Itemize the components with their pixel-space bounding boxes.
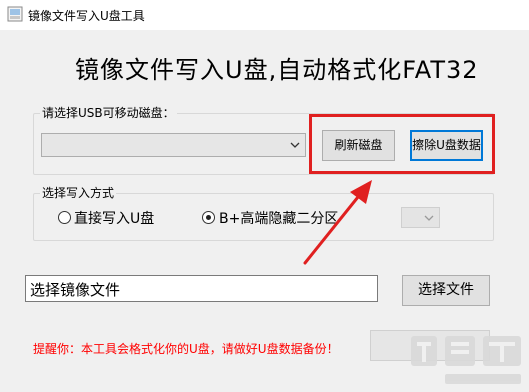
watermark-logo [411, 336, 521, 384]
